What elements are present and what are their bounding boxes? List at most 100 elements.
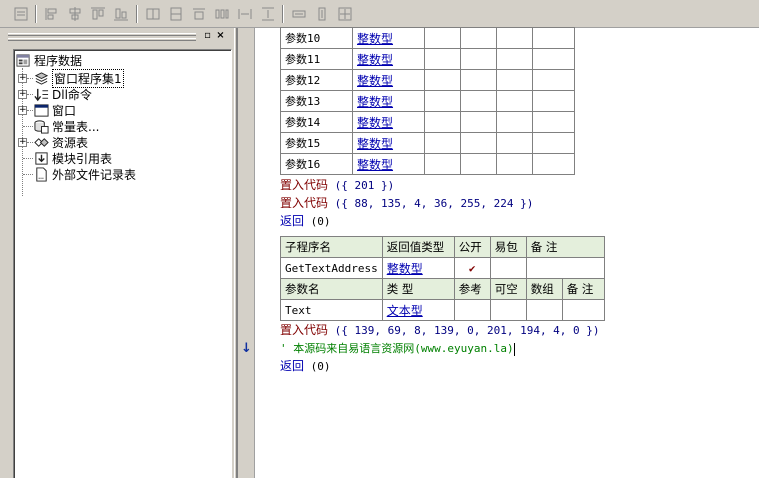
tree-root[interactable]: 程序数据 (15, 52, 82, 68)
column-header: 返回值类型 (381, 236, 455, 258)
center-form-icon[interactable] (312, 4, 332, 24)
column-header: 公开 (453, 236, 491, 258)
tree-item-constants[interactable]: 常量表... (33, 118, 99, 134)
space-vertical-icon[interactable] (235, 4, 255, 24)
param-type[interactable]: 整数型 (357, 137, 393, 151)
align-top-icon[interactable] (88, 4, 108, 24)
dll-icon (33, 86, 49, 102)
table-row[interactable]: GetTextAddress 整数型 ✔ (280, 257, 605, 279)
param-name: Text (280, 299, 383, 321)
column-header: 参数名 (280, 278, 383, 300)
subroutine-name: GetTextAddress (280, 257, 383, 279)
column-header: 参考 (453, 278, 491, 300)
param-type[interactable]: 整数型 (357, 74, 393, 88)
assembly-icon (33, 70, 49, 86)
program-data-icon (15, 52, 31, 68)
table-row[interactable]: 参数16 整数型 (280, 153, 575, 175)
same-size-icon[interactable] (189, 4, 209, 24)
tree-item-label: 模块引用表 (52, 151, 113, 166)
keyword: 置入代码 (280, 323, 329, 337)
code-args: ({ 88, 135, 4, 36, 255, 224 }) (334, 197, 534, 210)
current-line-arrow-icon: ↓ (241, 341, 252, 356)
editor-gutter: ↓ (238, 28, 255, 478)
table-row[interactable]: 参数12 整数型 (280, 69, 575, 91)
code-line[interactable]: ' 本源码来自易语言资源网(www.eyuyan.la) (280, 340, 515, 357)
project-tree: 程序数据 + 窗口程序集1 + Dll命令 + 窗口 常量表... + 资源表 … (13, 49, 232, 478)
table-row[interactable]: 参数13 整数型 (280, 90, 575, 112)
keyword: 置入代码 (280, 178, 329, 192)
external-file-icon (33, 166, 49, 182)
text-cursor (513, 342, 515, 356)
resource-table-icon (33, 134, 49, 150)
code-line[interactable]: 置入代码 ({ 88, 135, 4, 36, 255, 224 }) (280, 195, 533, 212)
table-row[interactable]: 参数15 整数型 (280, 132, 575, 154)
code-line[interactable]: 置入代码 ({ 201 }) (280, 177, 394, 194)
table-header-row: 参数名 类 型 参考 可空 数组 备 注 (280, 278, 605, 300)
toolbar (0, 0, 759, 28)
form-icon[interactable] (11, 4, 31, 24)
param-type[interactable]: 整数型 (357, 95, 393, 109)
param-type[interactable]: 整数型 (357, 116, 393, 130)
param-name: 参数13 (280, 90, 353, 112)
table-row[interactable]: Text 文本型 (280, 299, 605, 321)
align-left-icon[interactable] (42, 4, 62, 24)
public-check-icon[interactable]: ✔ (453, 257, 491, 279)
code-line[interactable]: 返回 (0) (280, 358, 331, 375)
keyword: 返回 (280, 214, 305, 228)
table-row[interactable]: 参数14 整数型 (280, 111, 575, 133)
tree-item-label: 窗口 (52, 103, 77, 118)
subroutine-table: 子程序名 返回值类型 公开 易包 备 注 GetTextAddress 整数型 … (280, 236, 605, 321)
column-header: 备 注 (561, 278, 605, 300)
column-header: 备 注 (525, 236, 605, 258)
param-name: 参数14 (280, 111, 353, 133)
param-name: 参数11 (280, 48, 353, 70)
code-args: (0) (310, 360, 331, 373)
space-horizontal-icon[interactable] (212, 4, 232, 24)
expand-icon[interactable]: + (18, 106, 27, 115)
restore-icon[interactable]: ▫ (202, 31, 213, 42)
same-width-icon[interactable] (143, 4, 163, 24)
param-type[interactable]: 整数型 (357, 32, 393, 46)
center-horizontal-icon[interactable] (289, 4, 309, 24)
code-editor[interactable]: ↓ 参数10 整数型 参数11 整数型 参数12 整数型 参数13 整数型 参数14 整数… (237, 27, 759, 478)
same-height-icon[interactable] (166, 4, 186, 24)
param-type[interactable]: 文本型 (387, 304, 423, 318)
code-area[interactable]: 参数10 整数型 参数11 整数型 参数12 整数型 参数13 整数型 参数14 整数型 … (280, 27, 758, 478)
param-type[interactable]: 整数型 (357, 53, 393, 67)
table-row[interactable]: 参数11 整数型 (280, 48, 575, 70)
expand-icon[interactable]: + (18, 74, 27, 83)
expand-icon[interactable]: + (18, 90, 27, 99)
param-name: 参数15 (280, 132, 353, 154)
tree-item-resources[interactable]: 资源表 (33, 134, 88, 150)
column-header: 子程序名 (280, 236, 383, 258)
param-name: 参数16 (280, 153, 353, 175)
window-icon (33, 102, 49, 118)
align-bottom-icon[interactable] (111, 4, 131, 24)
tree-item-modules[interactable]: 模块引用表 (33, 150, 112, 166)
return-type[interactable]: 整数型 (387, 262, 423, 276)
param-table: 参数10 整数型 参数11 整数型 参数12 整数型 参数13 整数型 参数14 整数型 … (280, 27, 575, 175)
tree-item-dll[interactable]: Dll命令 (33, 86, 92, 102)
column-header: 易包 (489, 236, 527, 258)
module-reference-icon (33, 150, 49, 166)
code-line[interactable]: 返回 (0) (280, 213, 331, 230)
code-args: ({ 139, 69, 8, 139, 0, 201, 194, 4, 0 }) (334, 324, 600, 337)
column-header: 可空 (489, 278, 527, 300)
table-row[interactable]: 参数10 整数型 (280, 27, 575, 49)
close-icon[interactable]: × (215, 31, 226, 42)
project-panel: ▫ × 程序数据 + 窗口程序集1 + Dll命令 + 窗口 常量表... + … (0, 28, 234, 478)
tree-item-label: Dll命令 (52, 87, 92, 102)
keyword: 返回 (280, 359, 305, 373)
tree-item-label: 常量表... (52, 119, 100, 134)
align-center-icon[interactable] (65, 4, 85, 24)
center-vertical-icon[interactable] (258, 4, 278, 24)
tree-item-label: 外部文件记录表 (52, 167, 137, 182)
tree-item-assembly[interactable]: 窗口程序集1 (33, 68, 124, 88)
expand-icon[interactable]: + (18, 138, 27, 147)
tree-item-external-files[interactable]: 外部文件记录表 (33, 166, 136, 182)
move-icon[interactable] (335, 4, 355, 24)
code-line[interactable]: 置入代码 ({ 139, 69, 8, 139, 0, 201, 194, 4,… (280, 322, 600, 339)
param-type[interactable]: 整数型 (357, 158, 393, 172)
param-name: 参数10 (280, 27, 353, 49)
tree-item-window[interactable]: 窗口 (33, 102, 76, 118)
